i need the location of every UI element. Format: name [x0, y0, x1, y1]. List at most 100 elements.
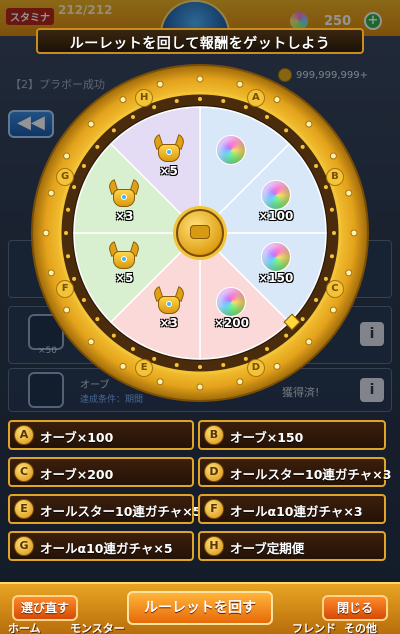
- nav-friend[interactable]: フレンド: [292, 620, 336, 634]
- ring-stud: [196, 75, 204, 83]
- ring-dot: [131, 347, 135, 352]
- hub-emblem-icon: [190, 225, 210, 239]
- ring-dot: [314, 164, 319, 168]
- ring-stud: [42, 229, 50, 237]
- segment-letter: B: [325, 168, 344, 187]
- prize-label: オールスター10連ガチャ×3: [230, 467, 392, 482]
- ring-dot: [329, 254, 334, 259]
- prize-letter-badge: A: [14, 425, 34, 445]
- ring-dot: [111, 128, 116, 133]
- ring-dot: [131, 114, 135, 119]
- ring-dot: [174, 99, 179, 104]
- prize-letter-badge: G: [14, 536, 34, 556]
- ring-dot: [284, 333, 289, 338]
- gacha-helmet-icon: [107, 178, 142, 210]
- wheel-prize: ×3: [102, 178, 146, 223]
- ring-dot: [152, 356, 157, 361]
- ring-dot: [323, 185, 328, 190]
- ring-stud: [156, 80, 164, 88]
- ring-stud: [329, 152, 337, 160]
- reselect-button[interactable]: 選び直す: [12, 595, 78, 621]
- ring-stud: [196, 383, 204, 391]
- prize-list-item: F オールα10連ガチャ×3: [198, 494, 386, 524]
- prize-list-item: B オーブ×150: [198, 420, 386, 450]
- prize-label: オールα10連ガチャ×5: [40, 541, 173, 556]
- prize-letter-badge: D: [204, 462, 224, 482]
- prize-quantity: ×150: [258, 271, 294, 286]
- ring-stud: [87, 338, 95, 346]
- ring-dot: [221, 362, 226, 367]
- ring-dot: [243, 105, 248, 110]
- ring-dot: [64, 231, 68, 235]
- segment-letter: E: [135, 358, 154, 377]
- wheel-hub-button[interactable]: [176, 209, 224, 257]
- prize-quantity: ×5: [115, 271, 134, 286]
- ring-stud: [47, 269, 55, 277]
- title-banner: ルーレットを回して報酬をゲットしよう: [36, 28, 364, 54]
- wheel-prize: ×100: [254, 179, 298, 223]
- gacha-helmet-icon: [107, 241, 142, 272]
- ring-stud: [350, 229, 358, 237]
- prize-list-item: A オーブ×100: [8, 420, 194, 450]
- ring-dot: [329, 207, 334, 212]
- wheel-prize: [209, 135, 253, 166]
- prize-label: オーブ×150: [230, 430, 304, 445]
- ring-dot: [81, 164, 86, 168]
- ring-stud: [329, 306, 337, 314]
- ring-dot: [323, 276, 328, 281]
- close-button[interactable]: 閉じる: [322, 595, 388, 621]
- ring-stud: [273, 362, 281, 370]
- ring-stud: [63, 152, 71, 160]
- ring-dot: [66, 254, 71, 259]
- prize-quantity: ×100: [258, 208, 294, 223]
- spin-roulette-button[interactable]: ルーレットを回す: [127, 591, 273, 625]
- ring-dot: [198, 97, 202, 101]
- ring-dot: [332, 231, 336, 235]
- ring-dot: [72, 185, 77, 190]
- prize-quantity: ×3: [115, 208, 134, 223]
- orb-icon: [260, 179, 291, 210]
- ring-stud: [345, 269, 353, 277]
- ring-dot: [174, 362, 179, 367]
- ring-stud: [119, 96, 127, 104]
- ring-dot: [265, 114, 269, 119]
- roulette-wheel: ×100 ×150 ×200 ×3 ×5 ×3 ×5 ABCDEFGH: [30, 63, 370, 403]
- wheel-prize: ×5: [147, 134, 191, 178]
- prize-letter-badge: C: [14, 462, 34, 482]
- nav-other[interactable]: その他: [344, 620, 377, 634]
- prize-label: オーブ×200: [40, 467, 114, 482]
- ring-stud: [305, 338, 313, 346]
- prize-letter-badge: E: [14, 499, 34, 519]
- wheel-prize: ×5: [102, 241, 146, 286]
- prize-label: オーブ定期便: [230, 541, 305, 556]
- ring-dot: [265, 347, 269, 352]
- ring-dot: [221, 99, 226, 104]
- segment-letter: F: [56, 279, 75, 298]
- prize-letter-badge: H: [204, 536, 224, 556]
- nav-home[interactable]: ホーム: [8, 620, 41, 634]
- prize-list-item: H オーブ定期便: [198, 531, 386, 561]
- orb-icon: [216, 135, 247, 166]
- gacha-helmet-icon: [151, 134, 186, 165]
- ring-dot: [72, 276, 77, 281]
- nav-monster[interactable]: モンスター: [70, 620, 125, 634]
- wheel-prize: ×150: [254, 242, 298, 285]
- segment-letter: C: [325, 279, 344, 298]
- prize-letter-badge: B: [204, 425, 224, 445]
- prize-list-item: D オールスター10連ガチャ×3: [198, 457, 391, 487]
- ring-dot: [284, 128, 289, 133]
- ring-dot: [152, 105, 157, 110]
- ring-stud: [305, 120, 313, 128]
- wheel-prize: ×200: [209, 286, 253, 330]
- ring-stud: [236, 378, 244, 386]
- ring-dot: [66, 207, 71, 212]
- prize-list-item: C オーブ×200: [8, 457, 194, 487]
- orb-icon: [260, 242, 291, 273]
- ring-dot: [95, 144, 100, 149]
- prize-label: オーブ×100: [40, 430, 114, 445]
- prize-label: オールα10連ガチャ×3: [230, 504, 363, 519]
- prize-list-item: G オールα10連ガチャ×5: [8, 531, 194, 561]
- prize-list-item: E オールスター10連ガチャ×5: [8, 494, 201, 524]
- gacha-helmet-icon: [151, 285, 186, 317]
- ring-dot: [300, 144, 305, 149]
